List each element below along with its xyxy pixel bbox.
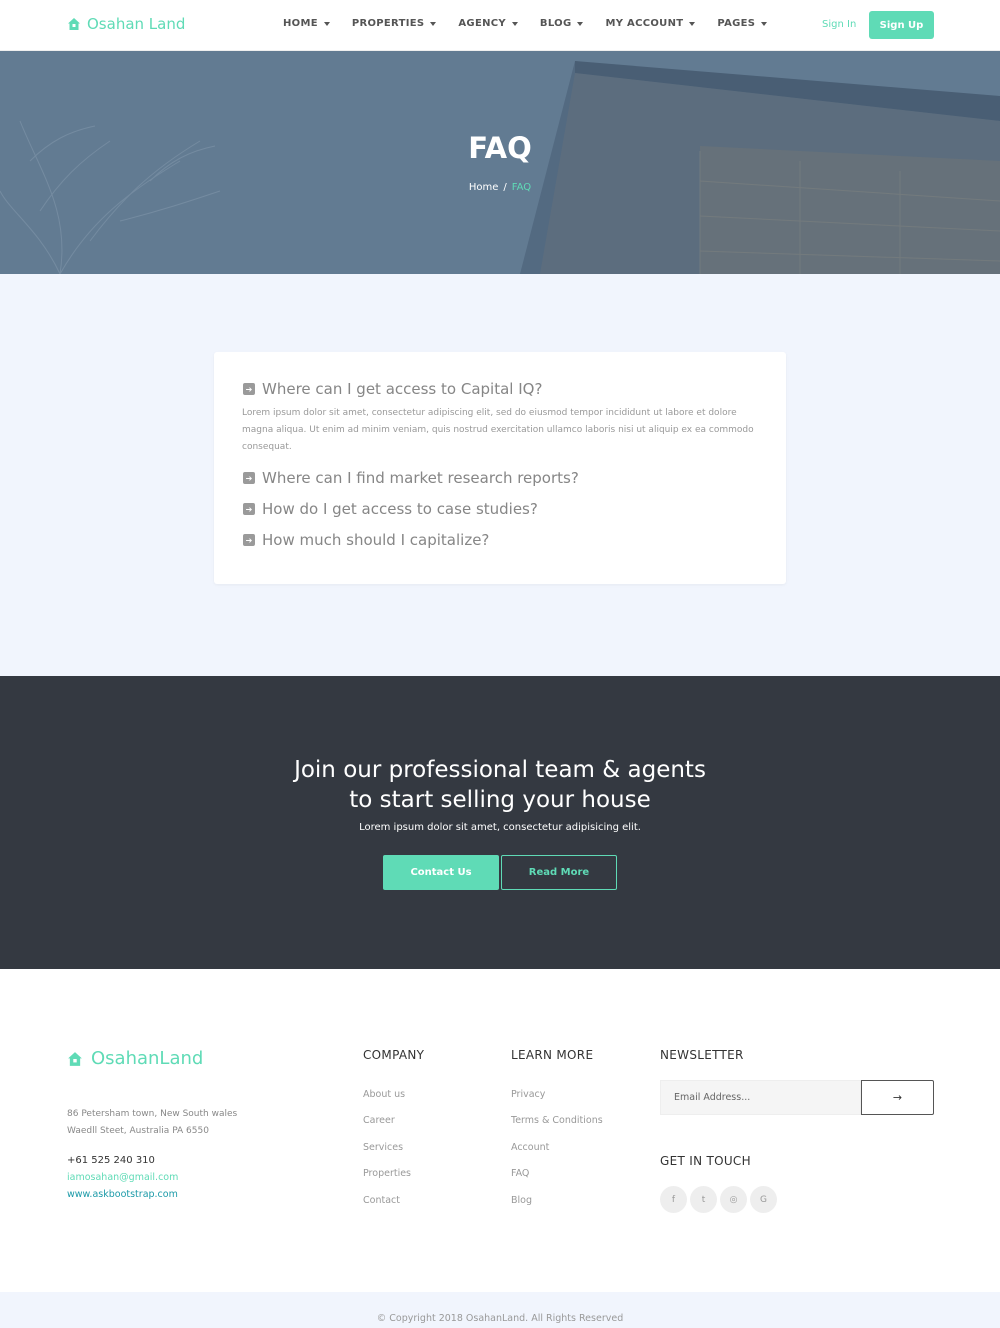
footer-link-blog[interactable]: Blog	[511, 1195, 532, 1206]
address-line: Waedll Steet, Australia PA 6550	[67, 1126, 209, 1136]
cta-title-line-1: Join our professional team & agents	[294, 757, 706, 783]
house-icon	[68, 18, 80, 30]
footer: OsahanLand 86 Petersham town, New South …	[0, 969, 1000, 1292]
newsletter-title: NEWSLETTER	[660, 1048, 744, 1062]
breadcrumb-home[interactable]: Home	[469, 182, 499, 193]
footer-phone: +61 525 240 310	[67, 1155, 155, 1166]
arrow-square-right-icon: ➔	[243, 534, 255, 546]
google-icon[interactable]: G	[750, 1186, 777, 1213]
nav-item-blog[interactable]: BLOG	[540, 18, 584, 29]
footer-email-link[interactable]: iamosahan@gmail.com	[67, 1172, 178, 1183]
footer-brand-name: OsahanLand	[91, 1048, 204, 1069]
nav-item-home[interactable]: HOME	[283, 18, 330, 29]
brand-name: Osahan Land	[87, 15, 186, 33]
nav-item-my-account[interactable]: MY ACCOUNT	[605, 18, 696, 29]
faq-question-3[interactable]: ➔ How do I get access to case studies?	[243, 500, 538, 518]
breadcrumb-current: FAQ	[511, 182, 532, 193]
nav-label: HOME	[283, 18, 318, 29]
contact-us-button[interactable]: Contact Us	[383, 855, 499, 890]
faq-answer-1: Lorem ipsum dolor sit amet, consectetur …	[242, 408, 754, 452]
faq-question-text: Where can I find market research reports…	[262, 469, 579, 487]
cta-text: Lorem ipsum dolor sit amet, consectetur …	[359, 822, 641, 833]
nav-label: PAGES	[717, 18, 756, 29]
arrow-square-right-icon: ➔	[243, 503, 255, 515]
faq-question-text: How much should I capitalize?	[262, 531, 490, 549]
join-cta-section: Join our professional team & agents to s…	[0, 676, 1000, 969]
copyright: © Copyright 2018 OsahanLand. All Rights …	[0, 1292, 1000, 1328]
brand-logo[interactable]: Osahan Land	[67, 15, 185, 33]
faq-section: ➔ Where can I get access to Capital IQ? …	[0, 274, 1000, 676]
navbar: Osahan Land HOME PROPERTIES AGENCY BLOG …	[0, 0, 1000, 51]
nav-label: PROPERTIES	[351, 18, 425, 29]
footer-link-account[interactable]: Account	[511, 1142, 549, 1153]
faq-question-2[interactable]: ➔ Where can I find market research repor…	[243, 469, 579, 487]
footer-website-link[interactable]: www.askbootstrap.com	[67, 1189, 178, 1200]
main-menu: HOME PROPERTIES AGENCY BLOG MY ACCOUNT P…	[283, 18, 789, 29]
caret-down-icon	[323, 21, 330, 26]
twitter-icon[interactable]: t	[690, 1186, 717, 1213]
footer-link-privacy[interactable]: Privacy	[511, 1089, 545, 1100]
address-line: 86 Petersham town, New South wales	[67, 1109, 238, 1119]
sign-up-button[interactable]: Sign Up	[869, 11, 934, 39]
nav-item-pages[interactable]: PAGES	[717, 18, 768, 29]
learn-more-column-title: LEARN MORE	[511, 1048, 594, 1062]
caret-down-icon	[689, 21, 696, 26]
faq-question-text: Where can I get access to Capital IQ?	[262, 380, 543, 398]
get-in-touch-title: GET IN TOUCH	[660, 1154, 751, 1168]
company-column-title: COMPANY	[363, 1048, 425, 1062]
breadcrumb: Home / FAQ	[0, 182, 1000, 193]
nav-label: AGENCY	[458, 18, 506, 29]
instagram-icon[interactable]: ◎	[720, 1186, 747, 1213]
caret-down-icon	[511, 21, 518, 26]
footer-link-about-us[interactable]: About us	[363, 1089, 405, 1100]
breadcrumb-separator: /	[503, 182, 507, 193]
caret-down-icon	[430, 21, 437, 26]
faq-question-4[interactable]: ➔ How much should I capitalize?	[243, 531, 489, 549]
facebook-icon[interactable]: f	[660, 1186, 687, 1213]
nav-label: BLOG	[539, 18, 572, 29]
footer-link-properties[interactable]: Properties	[363, 1168, 411, 1179]
footer-link-faq[interactable]: FAQ	[511, 1168, 529, 1179]
sign-in-link[interactable]: Sign In	[822, 19, 856, 30]
footer-link-contact[interactable]: Contact	[363, 1195, 400, 1206]
newsletter-submit-button[interactable]: →	[861, 1080, 934, 1115]
page-title: FAQ	[468, 131, 532, 165]
arrow-square-right-icon: ➔	[243, 472, 255, 484]
cta-title-line-2: to start selling your house	[349, 787, 651, 813]
arrow-right-icon: →	[892, 1091, 903, 1104]
faq-card: ➔ Where can I get access to Capital IQ? …	[214, 352, 786, 584]
footer-address: 86 Petersham town, New South wales Waedl…	[67, 1106, 237, 1140]
caret-down-icon	[761, 21, 768, 26]
footer-link-services[interactable]: Services	[363, 1142, 403, 1153]
footer-brand-logo[interactable]: OsahanLand	[67, 1048, 203, 1069]
nav-item-agency[interactable]: AGENCY	[458, 18, 518, 29]
arrow-square-right-icon: ➔	[243, 383, 255, 395]
faq-question-1[interactable]: ➔ Where can I get access to Capital IQ?	[243, 380, 542, 398]
nav-item-properties[interactable]: PROPERTIES	[352, 18, 437, 29]
faq-question-text: How do I get access to case studies?	[262, 500, 538, 518]
cta-title: Join our professional team & agents to s…	[0, 755, 1000, 815]
footer-link-career[interactable]: Career	[363, 1115, 395, 1126]
house-icon	[68, 1051, 82, 1066]
nav-label: MY ACCOUNT	[605, 18, 684, 29]
read-more-button[interactable]: Read More	[501, 855, 617, 890]
page-hero: FAQ Home / FAQ	[0, 51, 1000, 274]
footer-link-terms[interactable]: Terms & Conditions	[511, 1115, 603, 1126]
newsletter-email-input[interactable]: Email Address...	[660, 1080, 861, 1115]
caret-down-icon	[577, 21, 584, 26]
